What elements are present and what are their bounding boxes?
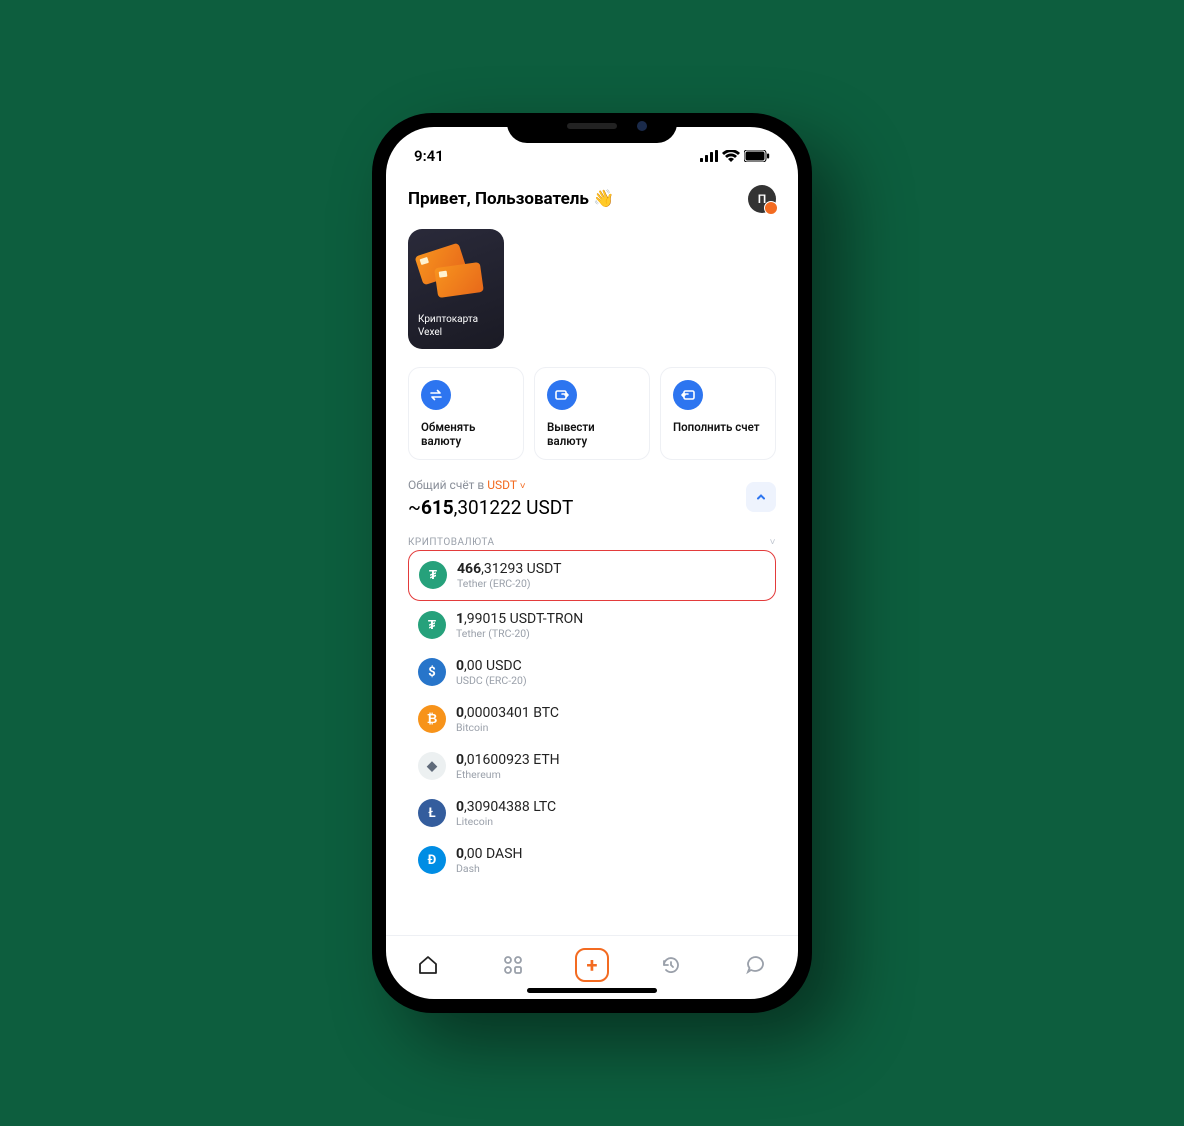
coin-main: 0,00 DASHDash — [456, 846, 523, 875]
coin-icon: ₮ — [418, 611, 446, 639]
coin-icon: $ — [418, 658, 446, 686]
action-label: Обменять валюту — [421, 420, 511, 449]
action-exchange[interactable]: Обменять валюту — [408, 367, 524, 460]
action-label: Пополнить счет — [673, 420, 763, 434]
coin-icon: Ł — [418, 799, 446, 827]
actions-row: Обменять валюту Вывести валюту Пополнить… — [408, 367, 776, 460]
history-icon — [660, 954, 682, 976]
tab-history[interactable] — [649, 943, 693, 987]
chevron-down-icon[interactable]: ˅ — [770, 537, 776, 548]
coin-main: 0,01600923 ETHEthereum — [456, 752, 560, 781]
coin-sub: Litecoin — [456, 815, 556, 828]
tab-chat[interactable] — [734, 943, 778, 987]
withdraw-icon — [547, 380, 577, 410]
coin-sub: Tether (TRC-20) — [456, 627, 583, 640]
home-indicator — [527, 988, 657, 993]
coin-main: 0,00003401 BTCBitcoin — [456, 705, 559, 734]
coin-row[interactable]: ₿ 0,00003401 BTCBitcoin — [408, 697, 776, 742]
action-deposit[interactable]: Пополнить счет — [660, 367, 776, 460]
coin-sub: Ethereum — [456, 768, 560, 781]
coin-sub: Bitcoin — [456, 721, 559, 734]
chevron-down-icon[interactable]: ˅ — [520, 481, 526, 492]
phone-frame: 9:41 Привет, Пользователь 👋 П — [372, 113, 812, 1013]
status-time: 9:41 — [414, 147, 444, 165]
home-icon — [416, 953, 440, 977]
coin-main: 1,99015 USDT-TRONTether (TRC-20) — [456, 611, 583, 640]
header-row: Привет, Пользователь 👋 П — [408, 185, 776, 213]
coin-amount: 466,31293 USDT — [457, 561, 561, 577]
coin-row[interactable]: Đ 0,00 DASHDash — [408, 838, 776, 883]
cellular-icon — [700, 150, 718, 162]
chat-icon — [745, 954, 767, 976]
tab-add[interactable]: + — [575, 948, 609, 982]
grid-icon — [502, 954, 524, 976]
total-block: Общий счёт в USDT ˅ ~615,301222 USDT — [408, 478, 776, 519]
content: Привет, Пользователь 👋 П Криптокарта Vex… — [386, 171, 798, 935]
wifi-icon — [722, 150, 740, 162]
status-right — [700, 150, 770, 162]
plus-icon: + — [587, 953, 598, 977]
greeting: Привет, Пользователь 👋 — [408, 189, 614, 209]
chevron-up-icon — [755, 491, 767, 503]
section-title: КРИПТОВАЛЮТА ˅ — [408, 537, 776, 548]
coin-row[interactable]: ₮ 1,99015 USDT-TRONTether (TRC-20) — [408, 603, 776, 648]
crypto-card-tile[interactable]: Криптокарта Vexel — [408, 229, 504, 349]
tab-apps[interactable] — [491, 943, 535, 987]
coin-amount: 0,01600923 ETH — [456, 752, 560, 768]
coin-icon: ₮ — [419, 561, 447, 589]
total-amount: ~615,301222 USDT — [408, 496, 776, 519]
coin-icon: Đ — [418, 846, 446, 874]
collapse-button[interactable] — [746, 482, 776, 512]
coin-amount: 0,00003401 BTC — [456, 705, 559, 721]
coin-list: ₮ 466,31293 USDTTether (ERC-20) ₮ 1,99015 U… — [408, 548, 776, 883]
coin-main: 466,31293 USDTTether (ERC-20) — [457, 561, 561, 590]
coin-main: 0,30904388 LTCLitecoin — [456, 799, 556, 828]
avatar[interactable]: П — [748, 185, 776, 213]
action-withdraw[interactable]: Вывести валюту — [534, 367, 650, 460]
coin-amount: 1,99015 USDT-TRON — [456, 611, 583, 627]
coin-amount: 0,00 DASH — [456, 846, 523, 862]
coin-amount: 0,00 USDC — [456, 658, 527, 674]
coin-icon: ◆ — [418, 752, 446, 780]
coin-icon: ₿ — [418, 705, 446, 733]
coin-amount: 0,30904388 LTC — [456, 799, 556, 815]
coin-row[interactable]: ◆ 0,01600923 ETHEthereum — [408, 744, 776, 789]
exchange-icon — [421, 380, 451, 410]
coin-row[interactable]: Ł 0,30904388 LTCLitecoin — [408, 791, 776, 836]
coin-sub: Dash — [456, 862, 523, 875]
coin-sub: USDC (ERC-20) — [456, 674, 527, 687]
coin-sub: Tether (ERC-20) — [457, 577, 561, 590]
coin-main: 0,00 USDCUSDC (ERC-20) — [456, 658, 527, 687]
action-label: Вывести валюту — [547, 420, 637, 449]
coin-row[interactable]: $0,00 USDCUSDC (ERC-20) — [408, 650, 776, 695]
total-label: Общий счёт в USDT ˅ — [408, 478, 776, 492]
battery-icon — [744, 150, 770, 162]
coin-row[interactable]: ₮ 466,31293 USDTTether (ERC-20) — [408, 550, 776, 601]
tab-home[interactable] — [406, 943, 450, 987]
screen: 9:41 Привет, Пользователь 👋 П — [386, 127, 798, 999]
notch — [507, 113, 677, 143]
total-currency[interactable]: USDT — [487, 478, 517, 492]
deposit-icon — [673, 380, 703, 410]
card-tile-label: Криптокарта Vexel — [418, 314, 494, 339]
